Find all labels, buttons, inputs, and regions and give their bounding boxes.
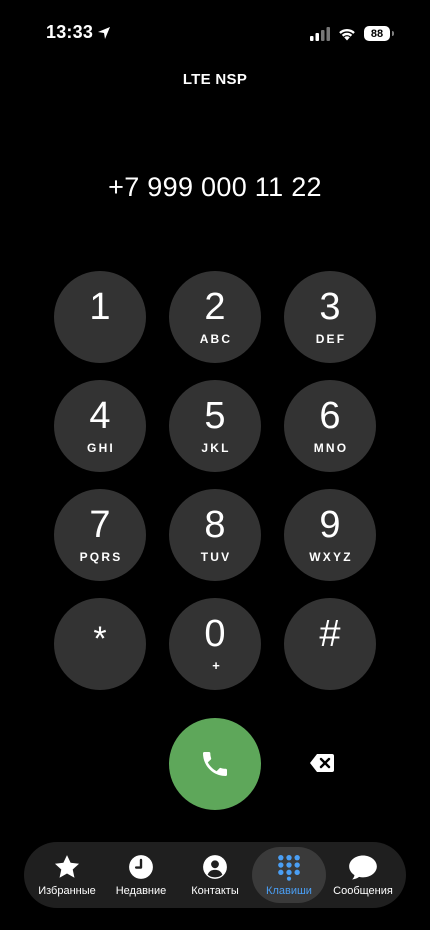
clock-icon [126,853,156,881]
location-arrow-icon [98,26,111,39]
dialed-number[interactable]: +7 999 000 11 22 [0,172,430,203]
key-star[interactable]: * [54,598,146,690]
key-2[interactable]: 2 ABC [169,271,261,363]
key-digit: 9 [319,504,341,546]
tab-label: Сообщения [333,885,393,897]
call-button[interactable] [169,718,261,810]
star-icon [52,853,82,881]
backspace-icon [310,754,334,772]
tab-messages[interactable]: Сообщения [326,847,400,903]
key-letters: DEF [315,332,347,346]
key-letters: ABC [199,332,233,346]
keypad-icon [274,853,304,881]
key-5[interactable]: 5 JKL [169,380,261,472]
tab-favorites[interactable]: Избранные [30,847,104,903]
key-digit: 5 [204,395,226,437]
status-time: 13:33 [46,22,111,43]
key-letters: MNO [313,441,349,455]
key-letters: JKL [201,441,231,455]
tab-label: Избранные [38,885,96,897]
carrier-label: LTE NSP [182,71,248,88]
wifi-icon [339,28,355,40]
battery-level: 88 [370,27,384,40]
key-digit: 8 [204,504,226,546]
key-digit: 0 [204,613,226,655]
key-digit: # [319,613,341,655]
phone-icon [203,752,227,776]
key-8[interactable]: 8 TUV [169,489,261,581]
key-1[interactable]: 1 [54,271,146,363]
speech-bubble-icon [348,853,378,881]
key-digit: 1 [89,286,111,328]
key-4[interactable]: 4 GHI [54,380,146,472]
delete-button[interactable] [309,752,335,774]
key-digit: * [93,620,107,658]
tab-label: Клавиши [266,885,312,897]
keypad: 1 2 ABC 3 DEF 4 GHI 5 JKL 6 MNO 7 PQRS 8… [54,271,376,690]
tab-label: Контакты [191,885,239,897]
key-letters: TUV [200,550,232,564]
cellular-signal-icon [310,26,330,41]
key-hash[interactable]: # [284,598,376,690]
battery-indicator: 88 [364,26,394,41]
person-icon [200,853,230,881]
key-digit: 4 [89,395,111,437]
key-letters: GHI [87,441,115,455]
key-3[interactable]: 3 DEF [284,271,376,363]
key-9[interactable]: 9 WXYZ [284,489,376,581]
key-digit: 2 [204,286,226,328]
key-letters: WXYZ [309,550,353,564]
key-digit: 7 [89,504,111,546]
key-0[interactable]: 0 + [169,598,261,690]
tab-bar: Избранные Недавние Контакты Клавиши Сооб… [24,842,406,908]
tab-contacts[interactable]: Контакты [178,847,252,903]
tab-keypad[interactable]: Клавиши [252,847,326,903]
tab-label: Недавние [115,885,167,897]
key-digit: 3 [319,286,341,328]
tab-recents[interactable]: Недавние [104,847,178,903]
key-letters: + [212,658,220,673]
status-indicators: 88 [310,26,394,41]
key-digit: 6 [319,395,341,437]
key-letters: PQRS [79,550,123,564]
status-bar: 13:33 88 [0,0,430,60]
status-time-text: 13:33 [46,22,94,42]
key-6[interactable]: 6 MNO [284,380,376,472]
key-7[interactable]: 7 PQRS [54,489,146,581]
